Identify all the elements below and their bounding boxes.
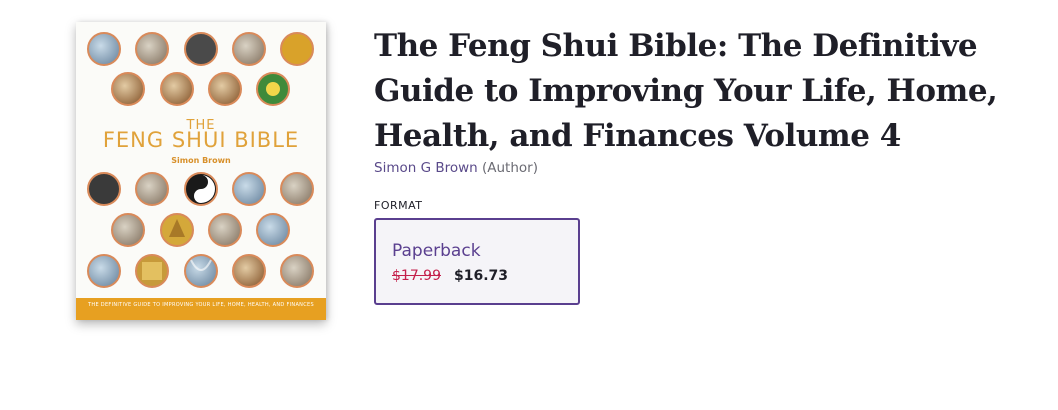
product-title: The Feng Shui Bible: The Definitive Guid… — [374, 28, 998, 154]
cover-title: FENG SHUI BIBLE — [102, 128, 300, 152]
sale-price: $16.73 — [454, 268, 509, 284]
list-price: $17.99 — [392, 268, 441, 284]
cover-author: Simon Brown — [171, 156, 231, 165]
format-option-paperback[interactable]: Paperback $17.99 $16.73 — [374, 218, 580, 305]
book-cover-image[interactable]: THE FENG SHUI BIBLE Simon Brown THE DEFI… — [76, 22, 326, 320]
format-label: FORMAT — [374, 199, 423, 212]
cover-tagline: THE DEFINITIVE GUIDE TO IMPROVING YOUR L… — [88, 302, 314, 308]
author-role: (Author) — [482, 160, 538, 176]
cover-artwork — [87, 32, 314, 288]
format-name: Paperback — [392, 241, 481, 261]
author-link[interactable]: Simon G Brown — [374, 160, 478, 176]
cover-tagline-strip: THE DEFINITIVE GUIDE TO IMPROVING YOUR L… — [76, 298, 326, 320]
author-line: Simon G Brown (Author) — [374, 160, 538, 176]
